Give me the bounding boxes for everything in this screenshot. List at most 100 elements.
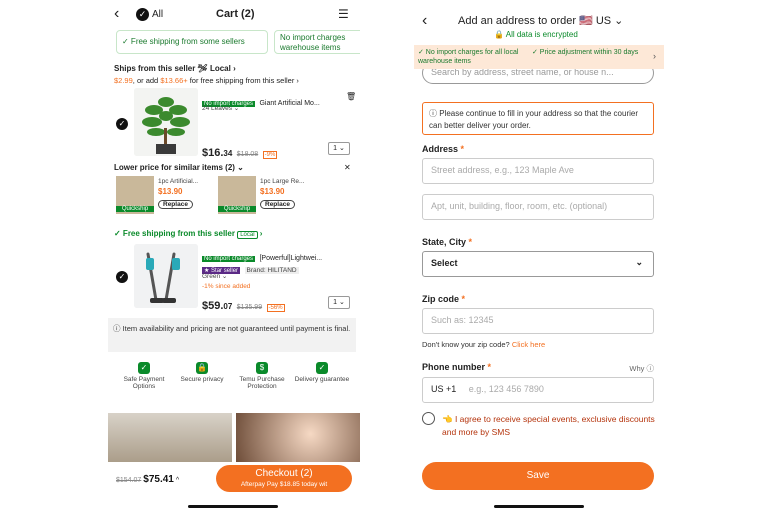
total-old-price: $154.07 — [116, 477, 142, 484]
no-import-chip[interactable]: No import charges warehouse items — [274, 30, 360, 54]
item-checkbox[interactable]: ✓ — [116, 118, 128, 130]
discount-badge: -9% — [262, 151, 278, 159]
page-title: Cart (2) — [216, 8, 255, 20]
afterpay-label: Afterpay Pay $18.85 today wit — [240, 481, 328, 488]
shipping-fee: $2.99 — [114, 76, 133, 85]
cart-screen: ‹ ✓ All Cart (2) ☰ ✓ Free shipping from … — [108, 0, 360, 512]
item-checkbox[interactable]: ✓ — [116, 271, 128, 283]
close-icon[interactable]: ✕ — [344, 163, 351, 172]
phone-field[interactable]: US +1 e.g., 123 456 7890 — [422, 377, 654, 403]
checkout-button[interactable]: Checkout (2) Afterpay Pay $18.85 today w… — [216, 465, 352, 492]
zip-label: Zip code * — [422, 294, 465, 304]
back-button[interactable]: ‹ — [114, 5, 119, 23]
quantity-select[interactable]: 1 ⌄ — [328, 296, 350, 309]
truck-icon: ✓ — [316, 362, 328, 374]
feature-item: ✓ Delivery guarantee — [292, 362, 352, 383]
promo-threshold: $13.66+ — [160, 76, 188, 85]
quickship-badge: Quickship — [116, 206, 154, 212]
item-price-row: $59.07 $135.99 -56% — [202, 296, 285, 314]
select-all-checkbox[interactable]: ✓ — [136, 8, 149, 21]
trash-icon[interactable]: 🗑 — [346, 92, 356, 101]
similar-item-name: 1pc Artificial... — [158, 178, 199, 185]
required-marker: * — [487, 362, 492, 372]
why-info-link[interactable]: Why ⓘ — [629, 363, 654, 374]
sms-consent-label[interactable]: 👈 I agree to receive special events, exc… — [442, 413, 656, 439]
quantity-select[interactable]: 1 ⌄ — [328, 142, 350, 155]
phone-prefix[interactable]: US +1 — [431, 384, 456, 394]
benefits-banner[interactable]: ✓ No import charges for all local wareho… — [414, 45, 664, 69]
recommended-image[interactable] — [236, 413, 360, 465]
replace-button[interactable]: Replace — [260, 200, 295, 209]
zip-help-link[interactable]: Click here — [512, 340, 545, 349]
similar-item[interactable]: Quickship 1pc Artificial... $13.90 Repla… — [116, 176, 211, 214]
similar-item-price: $13.90 — [158, 187, 183, 196]
phone-label-text: Phone number — [422, 362, 486, 372]
address-label: Address * — [422, 144, 464, 154]
brand-label: Brand: HILITAND — [244, 267, 299, 274]
protection-icon: $ — [256, 362, 268, 374]
item-price: $16.34 — [202, 147, 232, 159]
encrypted-notice: 🔒 All data is encrypted — [494, 30, 578, 39]
page-title[interactable]: Add an address to order 🇺🇸 US ⌄ — [458, 14, 623, 27]
sms-consent-radio[interactable] — [422, 412, 435, 425]
feature-label: Secure privacy — [180, 376, 224, 383]
item-price: $59.07 — [202, 300, 232, 312]
item-variant[interactable]: Green ⌄ — [202, 272, 227, 280]
price-change: -1% since added — [202, 283, 251, 290]
old-price: $135.99 — [236, 304, 263, 311]
feature-item: $ Temu Purchase Protection — [232, 362, 292, 390]
address-warning: ⓘ Please continue to fill in your addres… — [422, 102, 654, 135]
zip-hint: Don't know your zip code? Click here — [422, 340, 545, 349]
item-name: Giant Artificial Mo... — [259, 100, 320, 107]
discount-badge: -56% — [266, 304, 285, 312]
feature-label: Safe Payment Options — [123, 376, 165, 390]
save-button[interactable]: Save — [422, 462, 654, 490]
shipping-chips: ✓ Free shipping from some sellers No imp… — [116, 30, 360, 54]
home-indicator — [494, 505, 584, 508]
promo-mid: , or add — [132, 76, 161, 85]
replace-button[interactable]: Replace — [158, 200, 193, 209]
item-price-row: $16.34 $18.08 -9% — [202, 143, 278, 161]
zip-field[interactable]: Such as: 12345 — [422, 308, 654, 334]
required-marker: * — [460, 144, 465, 154]
home-indicator — [188, 505, 278, 508]
plant-image[interactable] — [134, 88, 198, 156]
price-adjust-benefit: ✓ Price adjustment within 30 days — [532, 49, 639, 56]
price-cents: 07 — [223, 302, 233, 311]
local-badge: Local — [237, 231, 258, 239]
promo-end: for free shipping from this seller › — [187, 76, 299, 85]
address-label-text: Address — [422, 144, 459, 154]
similar-item[interactable]: Quickship 1pc Large Re... $13.90 Replace — [218, 176, 313, 214]
street-address-field[interactable]: Street address, e.g., 123 Maple Ave — [422, 158, 654, 184]
total-price: $75.41 — [143, 474, 174, 485]
address-screen: ‹ Add an address to order 🇺🇸 US ⌄ 🔒 All … — [414, 0, 664, 512]
state-city-select[interactable]: Select ⌄ — [422, 251, 654, 277]
seller-header[interactable]: ✓ Free shipping from this seller Local › — [114, 229, 262, 239]
seller-header[interactable]: Ships from this seller 🛩 Local › — [114, 64, 236, 73]
item-variant[interactable]: 24 Leaves ⌄ — [202, 104, 239, 112]
shield-icon: ✓ — [138, 362, 150, 374]
similar-item-price: $13.90 — [260, 187, 285, 196]
free-shipping-promo[interactable]: $2.99, or add $13.66+ for free shipping … — [114, 76, 299, 85]
apt-field[interactable]: Apt, unit, building, floor, room, etc. (… — [422, 194, 654, 220]
old-price: $18.08 — [236, 151, 259, 158]
zip-label-text: Zip code — [422, 294, 460, 304]
vacuum-image[interactable] — [134, 244, 198, 308]
pricing-notice: ⓘ Item availability and pricing are not … — [108, 318, 356, 352]
recommended-image[interactable] — [108, 413, 232, 465]
cart-total[interactable]: $154.07 $75.41 ^ — [116, 474, 179, 485]
required-marker: * — [461, 294, 466, 304]
checkout-bar: $154.07 $75.41 ^ Checkout (2) Afterpay P… — [108, 462, 360, 496]
similar-items-title[interactable]: Lower price for similar items (2) ⌄ — [114, 163, 244, 172]
state-city-label: State, City * — [422, 237, 472, 247]
no-import-benefit: ✓ No import charges for all local wareho… — [418, 49, 519, 65]
feature-label: Delivery guarantee — [294, 376, 350, 383]
lock-icon: 🔒 — [196, 362, 208, 374]
seller-free-shipping: ✓ Free shipping from this seller — [114, 229, 235, 238]
back-button[interactable]: ‹ — [422, 12, 427, 30]
state-city-label-text: State, City — [422, 237, 467, 247]
similar-item-name: 1pc Large Re... — [260, 178, 305, 185]
free-shipping-chip[interactable]: ✓ Free shipping from some sellers — [116, 30, 268, 54]
menu-icon[interactable]: ☰ — [338, 7, 349, 21]
phone-placeholder: e.g., 123 456 7890 — [468, 384, 544, 394]
